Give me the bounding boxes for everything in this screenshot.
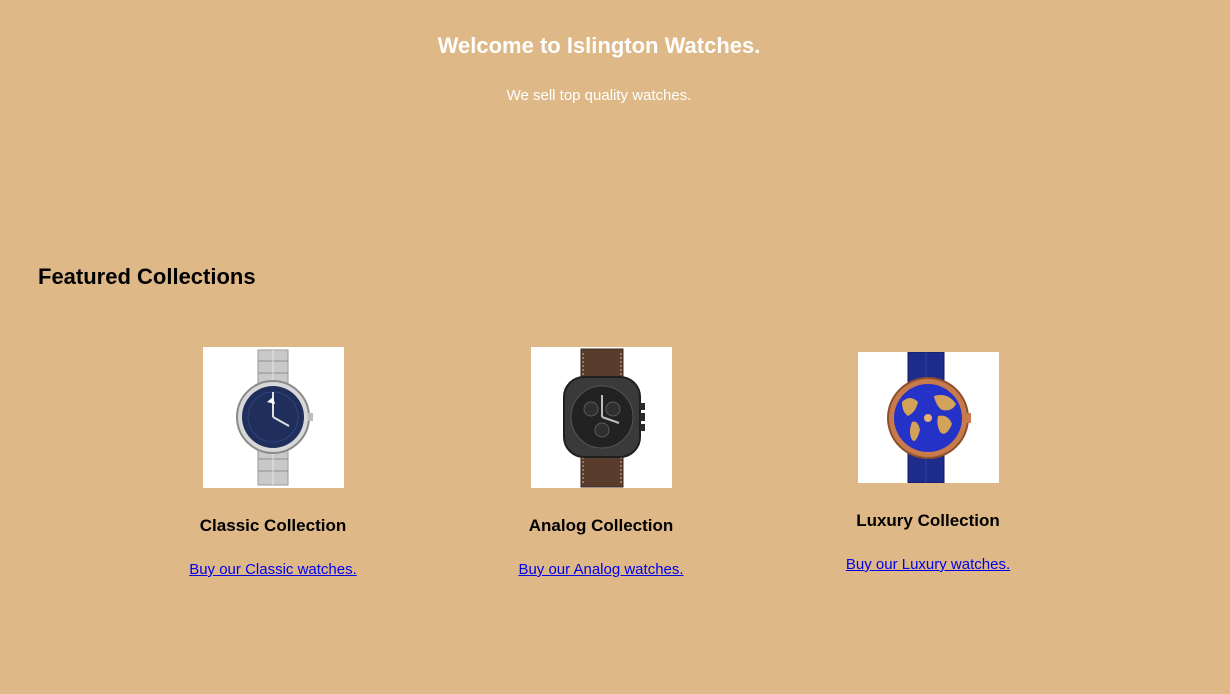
buy-classic-link[interactable]: Buy our Classic watches. — [189, 561, 357, 578]
buy-analog-link[interactable]: Buy our Analog watches. — [518, 561, 683, 578]
collection-card-classic: Classic Collection Buy our Classic watch… — [153, 347, 393, 578]
collection-card-analog: Analog Collection Buy our Analog watches… — [481, 347, 721, 578]
page-subtitle: We sell top quality watches. — [506, 87, 692, 104]
collection-title: Analog Collection — [528, 516, 674, 535]
black-chronograph-watch-image — [530, 347, 672, 488]
collection-title: Classic Collection — [199, 516, 347, 535]
silver-watch-image — [202, 347, 344, 488]
collection-card-luxury: Luxury Collection Buy our Luxury watches… — [808, 352, 1048, 573]
world-map-luxury-watch-image — [857, 352, 999, 483]
buy-luxury-link[interactable]: Buy our Luxury watches. — [846, 556, 1010, 573]
featured-collections-heading: Featured Collections — [38, 264, 256, 289]
page-title: Welcome to Islington Watches. — [437, 33, 761, 58]
collection-title: Luxury Collection — [856, 511, 1000, 530]
